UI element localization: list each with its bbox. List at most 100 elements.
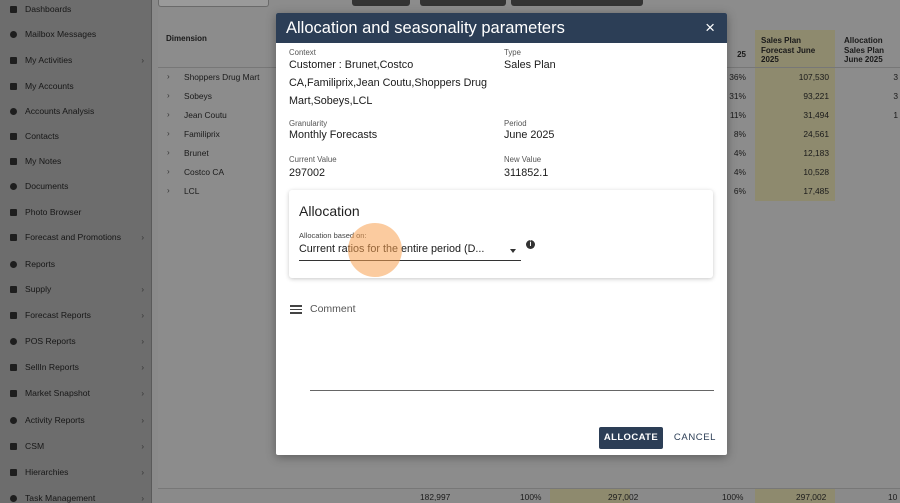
row-dimension: Familiprix <box>184 129 220 139</box>
comment-icon <box>290 305 302 315</box>
row-sales-plan: 17,485 <box>755 182 835 201</box>
sidebar-item-reports[interactable]: Reports <box>0 253 151 275</box>
sidebar-item-sellin-reports[interactable]: SellIn Reports › <box>0 356 151 378</box>
toolbar-button-4[interactable] <box>573 0 643 6</box>
grid-icon <box>9 5 18 14</box>
analysis-icon <box>9 107 18 116</box>
documents-icon <box>9 182 18 191</box>
sidebar-item-supply[interactable]: Supply › <box>0 278 151 300</box>
row-allocation: 3 <box>893 91 898 101</box>
row-dimension: LCL <box>184 186 200 196</box>
sidebar-item-label: Forecast Reports <box>25 310 91 320</box>
sidebar-item-label: Task Management <box>25 493 96 503</box>
sidebar-item-csm[interactable]: CSM › <box>0 435 151 457</box>
click-highlight <box>348 223 402 277</box>
toolbar-button-2[interactable] <box>420 0 506 6</box>
row-allocation: 3 <box>893 72 898 82</box>
sidebar-item-label: Mailbox Messages <box>25 29 97 39</box>
chevron-right-icon: › <box>141 388 144 398</box>
period-value: June 2025 <box>504 129 555 141</box>
sidebar-item-dashboards[interactable]: Dashboards <box>0 0 151 20</box>
comment-textarea[interactable] <box>310 323 714 391</box>
csm-icon <box>9 442 18 451</box>
forecast-icon <box>9 311 18 320</box>
footer-pct-1: 100% <box>520 492 542 502</box>
row-dimension: Shoppers Drug Mart <box>184 72 260 82</box>
chevron-right-icon: › <box>141 415 144 425</box>
row-sales-plan: 31,494 <box>755 106 835 125</box>
hierarchy-icon <box>9 468 18 477</box>
sidebar-item-pos-reports[interactable]: POS Reports › <box>0 330 151 352</box>
sidebar-item-label: Supply <box>25 284 52 294</box>
dropdown-arrow-icon[interactable] <box>510 249 516 253</box>
allocation-header[interactable]: Allocation Sales Plan June 2025 <box>844 36 900 65</box>
chevron-right-icon: › <box>141 467 144 477</box>
sidebar-item-label: CSM <box>25 441 45 451</box>
chevron-right-icon: › <box>141 493 144 503</box>
filter-input[interactable] <box>158 0 269 7</box>
sidebar-item-my-notes[interactable]: My Notes <box>0 150 151 172</box>
sidebar-item-label: Activity Reports <box>25 415 85 425</box>
sidebar-item-label: My Notes <box>25 156 62 166</box>
info-icon[interactable]: i <box>526 240 535 249</box>
modal-title: Allocation and seasonality parameters <box>286 19 565 37</box>
current-value-label: Current Value <box>289 155 337 164</box>
sidebar-item-label: Market Snapshot <box>25 388 90 398</box>
sidebar-item-forecast-and-promotions[interactable]: Forecast and Promotions › <box>0 226 151 248</box>
sidebar-item-label: My Activities <box>25 55 73 65</box>
sidebar-item-contacts[interactable]: Contacts <box>0 125 151 147</box>
sidebar-item-documents[interactable]: Documents <box>0 175 151 197</box>
sidebar-item-label: My Accounts <box>25 81 74 91</box>
close-icon[interactable]: × <box>705 18 715 38</box>
toolbar-button-1[interactable] <box>352 0 410 6</box>
chevron-right-icon: › <box>141 441 144 451</box>
allocate-button[interactable]: ALLOCATE <box>599 427 663 449</box>
allocation-method-select[interactable]: Current ratios for the entire period (D.… <box>299 240 521 261</box>
row-dimension: Jean Coutu <box>184 110 227 120</box>
comment-label: Comment <box>310 303 356 315</box>
expand-chevron-icon[interactable]: › <box>167 148 170 157</box>
new-value-label: New Value <box>504 155 542 164</box>
granularity-value: Monthly Forecasts <box>289 129 378 141</box>
chevron-right-icon: › <box>141 336 144 346</box>
sidebar-item-task-management[interactable]: Task Management › <box>0 487 151 503</box>
dimension-header[interactable]: Dimension <box>166 34 207 44</box>
dollar-icon <box>9 363 18 372</box>
sidebar-item-forecast-reports[interactable]: Forecast Reports › <box>0 304 151 326</box>
task-icon <box>9 494 18 503</box>
expand-chevron-icon[interactable]: › <box>167 167 170 176</box>
sales-plan-header[interactable]: Sales Plan Forecast June 2025 <box>761 36 831 65</box>
expand-chevron-icon[interactable]: › <box>167 72 170 81</box>
sidebar-item-my-accounts[interactable]: My Accounts <box>0 75 151 97</box>
sidebar-item-activity-reports[interactable]: Activity Reports › <box>0 409 151 431</box>
row-dimension: Brunet <box>184 148 209 158</box>
activity-icon <box>9 56 18 65</box>
dollar-icon <box>9 337 18 346</box>
sidebar-item-label: Dashboards <box>25 4 72 14</box>
expand-chevron-icon[interactable]: › <box>167 186 170 195</box>
sidebar-item-hierarchies[interactable]: Hierarchies › <box>0 461 151 483</box>
expand-chevron-icon[interactable]: › <box>167 129 170 138</box>
expand-chevron-icon[interactable]: › <box>167 110 170 119</box>
photo-icon <box>9 208 18 217</box>
allocation-title: Allocation <box>299 203 360 219</box>
sidebar-item-label: Reports <box>25 259 56 269</box>
row-allocation: 1 <box>893 110 898 120</box>
footer-total-1: 182,997 <box>420 492 451 502</box>
contact-icon <box>9 132 18 141</box>
sidebar-item-mailbox-messages[interactable]: Mailbox Messages <box>0 23 151 45</box>
expand-chevron-icon[interactable]: › <box>167 91 170 100</box>
sidebar-item-label: Photo Browser <box>25 207 82 217</box>
sidebar: Dashboards Mailbox Messages My Activities ›… <box>0 0 152 503</box>
cancel-button[interactable]: CANCEL <box>670 427 720 449</box>
footer-total-3: 297,002 <box>796 492 827 502</box>
sidebar-item-photo-browser[interactable]: Photo Browser <box>0 201 151 223</box>
sidebar-item-accounts-analysis[interactable]: Accounts Analysis <box>0 100 151 122</box>
footer-alloc: 10 <box>888 492 898 502</box>
chevron-right-icon: › <box>141 284 144 294</box>
row-sales-plan: 107,530 <box>755 68 835 87</box>
notes-icon <box>9 157 18 166</box>
sidebar-item-my-activities[interactable]: My Activities › <box>0 49 151 71</box>
chevron-right-icon: › <box>141 232 144 242</box>
sidebar-item-market-snapshot[interactable]: Market Snapshot › <box>0 382 151 404</box>
